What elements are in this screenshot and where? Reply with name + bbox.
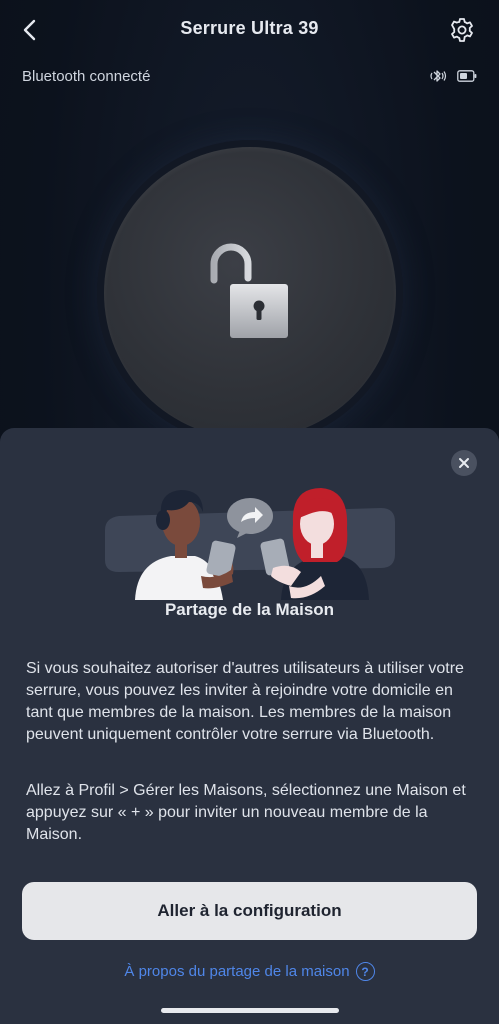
close-button[interactable] xyxy=(451,450,477,476)
instructions-text: Allez à Profil > Gérer les Maisons, séle… xyxy=(26,782,466,843)
padlock-open-icon xyxy=(210,243,288,338)
status-row: Bluetooth connecté xyxy=(22,66,477,86)
sheet-title: Partage de la Maison xyxy=(164,600,335,619)
bluetooth-icon xyxy=(430,70,447,82)
description-text: Si vous souhaitez autoriser d'autres uti… xyxy=(26,660,464,743)
status-icons xyxy=(429,68,477,84)
lock-button[interactable] xyxy=(104,147,396,439)
home-indicator[interactable] xyxy=(161,1008,339,1013)
close-icon xyxy=(459,458,469,468)
battery-icon xyxy=(457,70,477,82)
header: Serrure Ultra 39 xyxy=(0,0,499,60)
about-sharing-link[interactable]: À propos du partage de la maison ? xyxy=(0,962,499,981)
sharing-illustration xyxy=(105,488,395,600)
settings-button[interactable] xyxy=(447,15,477,45)
gear-icon xyxy=(451,18,473,42)
screen: Serrure Ultra 39 Bluetooth connecté Part… xyxy=(0,0,499,1024)
about-sharing-label: À propos du partage de la maison xyxy=(124,963,350,980)
help-circle-icon: ? xyxy=(355,962,375,981)
connection-status: Bluetooth connecté xyxy=(22,67,151,85)
page-title: Serrure Ultra 39 xyxy=(180,18,319,38)
go-to-setup-button[interactable]: Aller à la configuration xyxy=(22,882,477,940)
share-sheet: Partage de la Maison Si vous souhaitez a… xyxy=(0,428,499,1024)
